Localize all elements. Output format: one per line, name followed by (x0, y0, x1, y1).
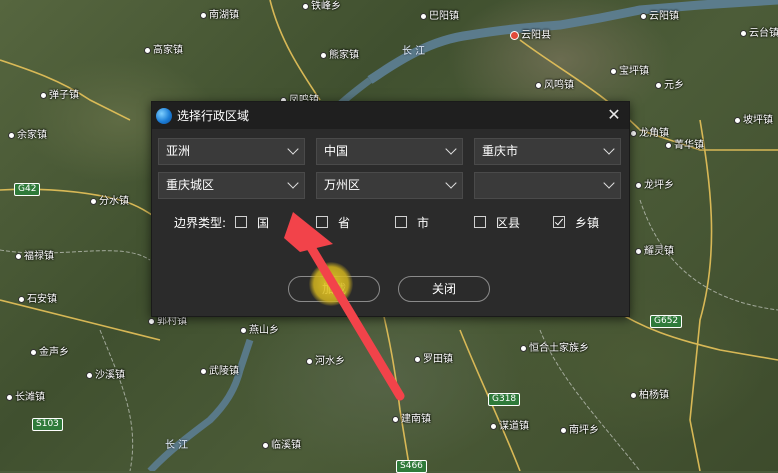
chevron-down-icon (445, 143, 457, 155)
city-select-value: 重庆城区 (166, 178, 215, 192)
map-place-label: 临溪镇 (262, 440, 301, 452)
country-select-value: 中国 (324, 144, 349, 158)
district-select-value: 万州区 (324, 178, 361, 192)
map-place-label: 风鸣镇 (535, 80, 574, 92)
map-place-label: 沙溪镇 (86, 370, 125, 382)
road-shield: S466 (396, 460, 427, 473)
river-label: 长 江 (402, 46, 426, 57)
boundary-country-checkbox[interactable]: 国 (235, 214, 269, 230)
continent-select-value: 亚洲 (166, 144, 191, 158)
map-place-label: 南湖镇 (200, 10, 239, 22)
map-place-label: 罗田镇 (414, 354, 453, 366)
map-place-label: 元乡 (655, 80, 684, 92)
map-place-label: 柏杨镇 (630, 390, 669, 402)
map-place-label: 长滩镇 (6, 392, 45, 404)
map-place-label: 郭村镇 (148, 316, 187, 328)
road-shield: G318 (488, 393, 521, 406)
city-select[interactable]: 重庆城区 (158, 172, 305, 199)
checkbox-label: 市 (417, 215, 430, 230)
country-select[interactable]: 中国 (316, 138, 463, 165)
map-place-label: 坡坪镇 (734, 115, 773, 127)
chevron-down-icon (287, 143, 299, 155)
road-shield: S103 (32, 418, 63, 431)
map-place-label: 云阳县 (510, 30, 551, 42)
map-place-label: 云台镇 (740, 28, 778, 40)
checkbox-box[interactable] (316, 216, 328, 228)
continent-select[interactable]: 亚洲 (158, 138, 305, 165)
road-shield: G652 (650, 315, 683, 328)
checkbox-label: 省 (338, 215, 351, 230)
dialog-title: 选择行政区域 (177, 109, 250, 123)
map-place-label: 福禄镇 (15, 251, 54, 263)
map-place-label: 宝坪镇 (610, 66, 649, 78)
map-place-label: 河水乡 (306, 356, 345, 368)
chevron-down-icon (287, 177, 299, 189)
checkbox-box[interactable] (474, 216, 486, 228)
boundary-county-checkbox[interactable]: 区县 (474, 214, 520, 230)
close-icon[interactable]: ✕ (605, 106, 623, 124)
chevron-down-icon (445, 177, 457, 189)
map-place-label: 龙角镇 (630, 128, 669, 140)
boundary-city-checkbox[interactable]: 市 (395, 214, 429, 230)
district-select[interactable]: 万州区 (316, 172, 463, 199)
map-place-label: 弹子镇 (40, 90, 79, 102)
close-button[interactable]: 关闭 (398, 276, 490, 302)
province-select-value: 重庆市 (482, 144, 519, 158)
map-place-label: 余家镇 (8, 130, 47, 142)
checkbox-label: 乡镇 (575, 215, 600, 230)
checkbox-box[interactable] (235, 216, 247, 228)
checkbox-label: 国 (257, 215, 270, 230)
map-place-label: 巴阳镇 (420, 11, 459, 23)
river-label: 长 江 (165, 440, 189, 451)
chevron-down-icon (603, 177, 615, 189)
map-place-label: 燕山乡 (240, 325, 279, 337)
map-place-label: 金声乡 (30, 347, 69, 359)
town-select[interactable] (474, 172, 621, 199)
map-place-label: 石安镇 (18, 294, 57, 306)
map-place-label: 菁华镇 (665, 140, 704, 152)
map-place-label: 武陵镇 (200, 366, 239, 378)
road-shield: G42 (14, 183, 41, 196)
map-place-label: 建南镇 (392, 414, 431, 426)
map-place-label: 铁峰乡 (302, 1, 341, 13)
checkbox-box[interactable] (395, 216, 407, 228)
map-place-label: 谋道镇 (490, 421, 529, 433)
map-place-label: 高家镇 (144, 45, 183, 57)
map-place-label: 分水镇 (90, 196, 129, 208)
map-place-label: 龙坪乡 (635, 180, 674, 192)
map-place-label: 熊家镇 (320, 50, 359, 62)
checkbox-box[interactable] (553, 216, 565, 228)
province-select[interactable]: 重庆市 (474, 138, 621, 165)
map-place-label: 耀灵镇 (635, 246, 674, 258)
map-place-label: 恒合土家族乡 (520, 343, 589, 355)
boundary-province-checkbox[interactable]: 省 (316, 214, 350, 230)
map-place-label: 云阳镇 (640, 11, 679, 23)
dialog-titlebar[interactable]: 选择行政区域 ✕ (152, 102, 629, 129)
chevron-down-icon (603, 143, 615, 155)
load-button[interactable]: 加载 (288, 276, 380, 302)
map-place-label: 南坪乡 (560, 425, 599, 437)
select-region-dialog: 选择行政区域 ✕ 亚洲 中国 重庆市 重庆城区 万州区 边界类型: 国 省 市 (151, 101, 630, 317)
boundary-type-label: 边界类型: (174, 216, 227, 230)
boundary-town-checkbox[interactable]: 乡镇 (553, 214, 599, 230)
app-logo-icon (156, 107, 172, 124)
checkbox-label: 区县 (496, 215, 521, 230)
